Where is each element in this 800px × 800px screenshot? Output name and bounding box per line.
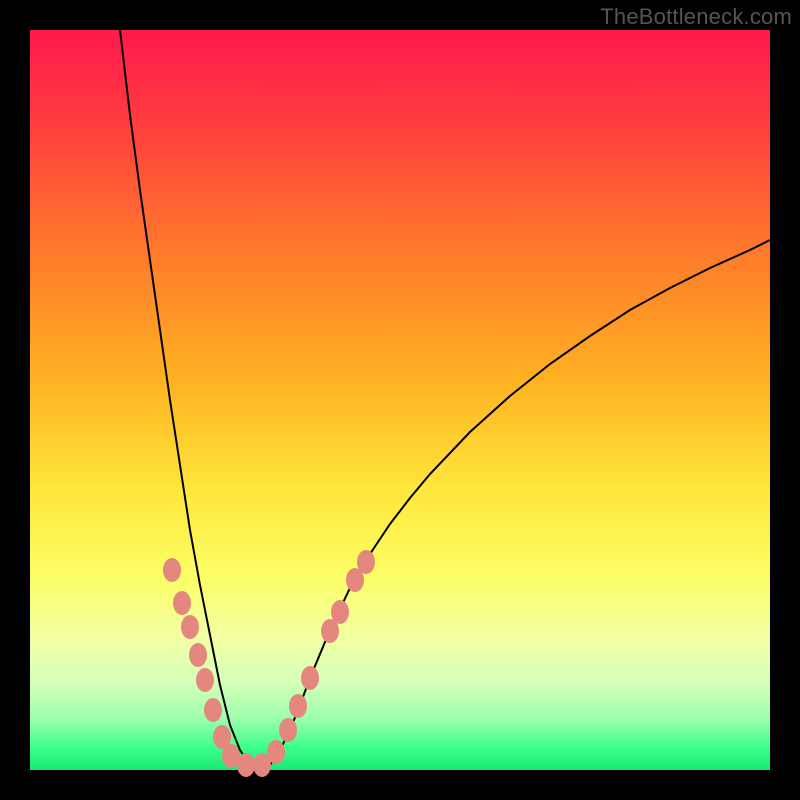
highlight-marker: [279, 718, 297, 742]
highlight-marker: [204, 698, 222, 722]
highlight-marker: [163, 558, 181, 582]
chart-frame: TheBottleneck.com: [0, 0, 800, 800]
bottleneck-curve: [120, 30, 770, 768]
highlight-marker: [301, 666, 319, 690]
highlight-marker: [173, 591, 191, 615]
highlight-marker: [357, 550, 375, 574]
watermark-text: TheBottleneck.com: [600, 4, 792, 30]
highlight-marker: [181, 615, 199, 639]
highlight-marker: [331, 600, 349, 624]
highlight-marker: [289, 694, 307, 718]
highlighted-points-group: [163, 550, 375, 777]
highlight-marker: [237, 753, 255, 777]
chart-svg: [30, 30, 770, 770]
highlight-marker: [189, 643, 207, 667]
highlight-marker: [196, 668, 214, 692]
highlight-marker: [267, 740, 285, 764]
